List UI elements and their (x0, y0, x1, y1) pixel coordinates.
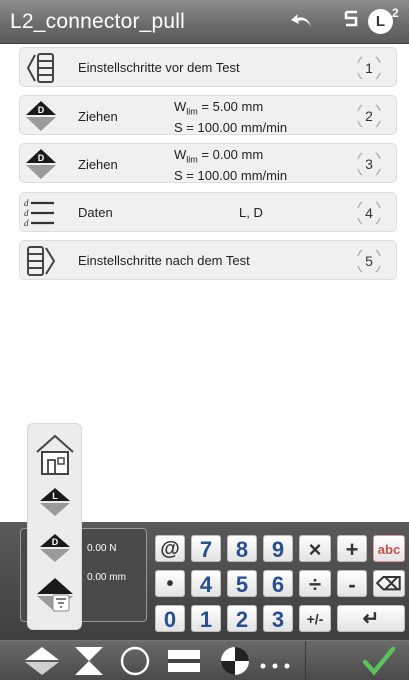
key-4[interactable]: 4 (191, 570, 221, 597)
key-5[interactable]: 5 (227, 570, 257, 597)
move-crosshead-icon[interactable] (22, 645, 62, 680)
toolbar-divider (305, 641, 306, 680)
step-number: 3 (354, 149, 384, 179)
key-multiply[interactable]: × (299, 535, 331, 562)
svg-text:d: d (24, 208, 29, 218)
confirm-check-icon[interactable] (362, 645, 396, 680)
key-9[interactable]: 9 (263, 535, 293, 562)
step-row-2[interactable]: D Ziehen Wlim = 5.00 mm S = 100.00 mm/mi… (19, 95, 397, 135)
page-title: L2_connector_pull (10, 10, 186, 33)
svg-text:d: d (24, 218, 29, 228)
key-8[interactable]: 8 (227, 535, 257, 562)
svg-text:D: D (52, 537, 59, 547)
step-row-1[interactable]: Einstellschritte vor dem Test 1 (19, 47, 397, 87)
key-plus[interactable]: + (337, 535, 367, 562)
data-list-icon: d d d (24, 196, 58, 230)
key-enter[interactable]: ↵ (337, 605, 405, 632)
key-6[interactable]: 6 (263, 570, 293, 597)
svg-text:D: D (38, 153, 45, 163)
key-3[interactable]: 3 (263, 605, 293, 632)
key-7[interactable]: 7 (191, 535, 221, 562)
step-number: 4 (354, 198, 384, 228)
step-params: Wlim = 0.00 mm S = 100.00 mm/min (174, 147, 288, 183)
step-params: Wlim = 5.00 mm S = 100.00 mm/min (174, 99, 288, 135)
step-row-5[interactable]: Einstellschritte nach dem Test 5 (19, 240, 397, 280)
key-minus[interactable]: - (337, 570, 367, 597)
key-decimal[interactable]: • (155, 570, 185, 597)
step-params: L, D (239, 205, 263, 220)
svg-text:D: D (38, 105, 45, 115)
hourglass-icon[interactable] (72, 645, 106, 680)
pull-down-icon: D (24, 147, 58, 181)
key-at[interactable]: @ (155, 535, 185, 562)
key-0[interactable]: 0 (155, 605, 185, 632)
step-label: Daten (78, 205, 113, 220)
step-label: Ziehen (78, 157, 118, 172)
undo-icon[interactable] (289, 11, 315, 36)
distance-readout: 0.00 mm (87, 572, 126, 583)
refresh-icon[interactable] (118, 645, 152, 680)
svg-text:L: L (52, 491, 58, 501)
pull-down-icon: D (24, 99, 58, 133)
pre-test-steps-icon (24, 51, 58, 85)
load-cell-index: 2 (392, 6, 399, 20)
post-test-steps-icon (24, 244, 58, 278)
key-plus-minus[interactable]: +/- (299, 605, 331, 632)
key-divide[interactable]: ÷ (299, 570, 331, 597)
jog-up-icon[interactable]: L (37, 484, 73, 525)
svg-text:d: d (24, 198, 29, 208)
key-backspace[interactable]: ⌫ (373, 570, 405, 597)
home-icon[interactable] (33, 432, 77, 483)
step-row-3[interactable]: D Ziehen Wlim = 0.00 mm S = 100.00 mm/mi… (19, 143, 397, 183)
step-row-4[interactable]: d d d Daten L, D 4 (19, 192, 397, 232)
step-label: Einstellschritte vor dem Test (78, 60, 240, 75)
specimen-icon[interactable] (166, 645, 202, 680)
key-2[interactable]: 2 (227, 605, 257, 632)
load-cell-badge[interactable]: L (368, 9, 393, 34)
step-number: 1 (354, 53, 384, 83)
step-number: 2 (354, 101, 384, 131)
jog-panel: L D (27, 423, 82, 630)
zero-icon[interactable] (218, 645, 252, 680)
step-label: Ziehen (78, 109, 118, 124)
key-1[interactable]: 1 (191, 605, 221, 632)
jog-down-icon[interactable]: D (37, 530, 73, 571)
app-header: L2_connector_pull 5 L 2 (0, 0, 409, 44)
force-readout: 0.00 N (87, 543, 117, 554)
filter-icon[interactable] (52, 594, 70, 617)
step-label: Einstellschritte nach dem Test (78, 253, 250, 268)
more-icon[interactable] (258, 659, 294, 677)
key-abc[interactable]: abc (373, 535, 405, 562)
bottom-toolbar (0, 640, 409, 680)
step-number: 5 (354, 246, 384, 276)
